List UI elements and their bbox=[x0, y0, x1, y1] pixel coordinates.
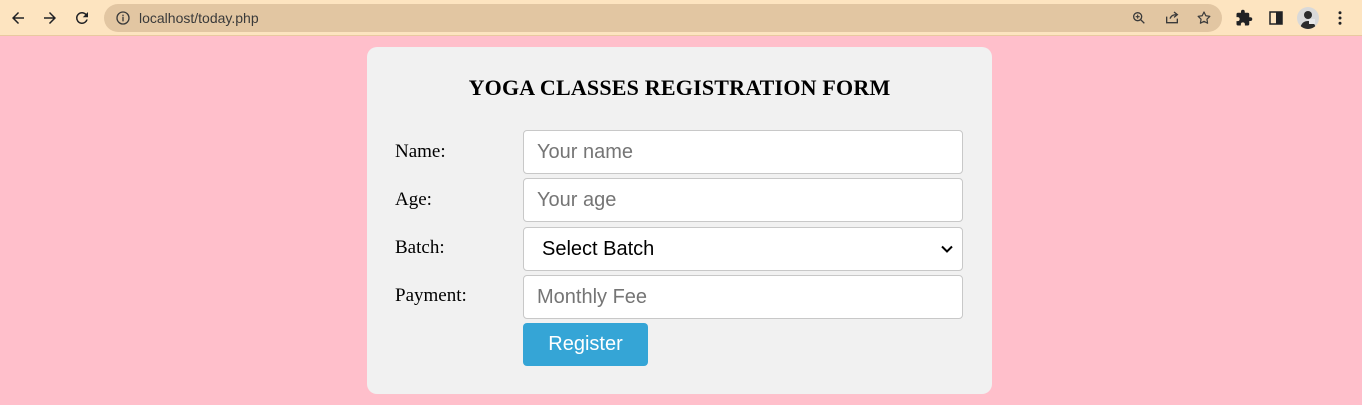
star-icon[interactable] bbox=[1195, 9, 1213, 27]
age-label: Age: bbox=[395, 189, 432, 210]
chevron-down-icon bbox=[941, 245, 953, 253]
profile-avatar[interactable] bbox=[1297, 7, 1319, 29]
share-icon[interactable] bbox=[1163, 9, 1181, 27]
more-vert-icon[interactable] bbox=[1330, 8, 1350, 28]
registration-form: YOGA CLASSES REGISTRATION FORM Name: Age… bbox=[367, 47, 992, 394]
browser-toolbar: localhost/today.php bbox=[0, 0, 1362, 36]
form-title: YOGA CLASSES REGISTRATION FORM bbox=[468, 75, 891, 100]
batch-label: Batch: bbox=[395, 237, 445, 258]
batch-select[interactable]: Select Batch bbox=[523, 227, 963, 271]
puzzle-icon[interactable] bbox=[1234, 8, 1254, 28]
register-button[interactable]: Register bbox=[523, 323, 648, 366]
address-bar[interactable]: localhost/today.php bbox=[104, 4, 1222, 32]
back-arrow-icon[interactable] bbox=[6, 6, 30, 30]
reload-icon[interactable] bbox=[70, 6, 94, 30]
side-panel-icon[interactable] bbox=[1266, 8, 1286, 28]
forward-arrow-icon[interactable] bbox=[38, 6, 62, 30]
age-input[interactable] bbox=[523, 178, 963, 222]
payment-input[interactable] bbox=[523, 275, 963, 319]
name-label: Name: bbox=[395, 141, 446, 162]
payment-label: Payment: bbox=[395, 285, 467, 306]
url-text[interactable]: localhost/today.php bbox=[139, 10, 259, 26]
batch-selected-value: Select Batch bbox=[542, 238, 655, 260]
zoom-icon[interactable] bbox=[1130, 9, 1148, 27]
info-icon[interactable] bbox=[114, 9, 132, 27]
name-input[interactable] bbox=[523, 130, 963, 174]
